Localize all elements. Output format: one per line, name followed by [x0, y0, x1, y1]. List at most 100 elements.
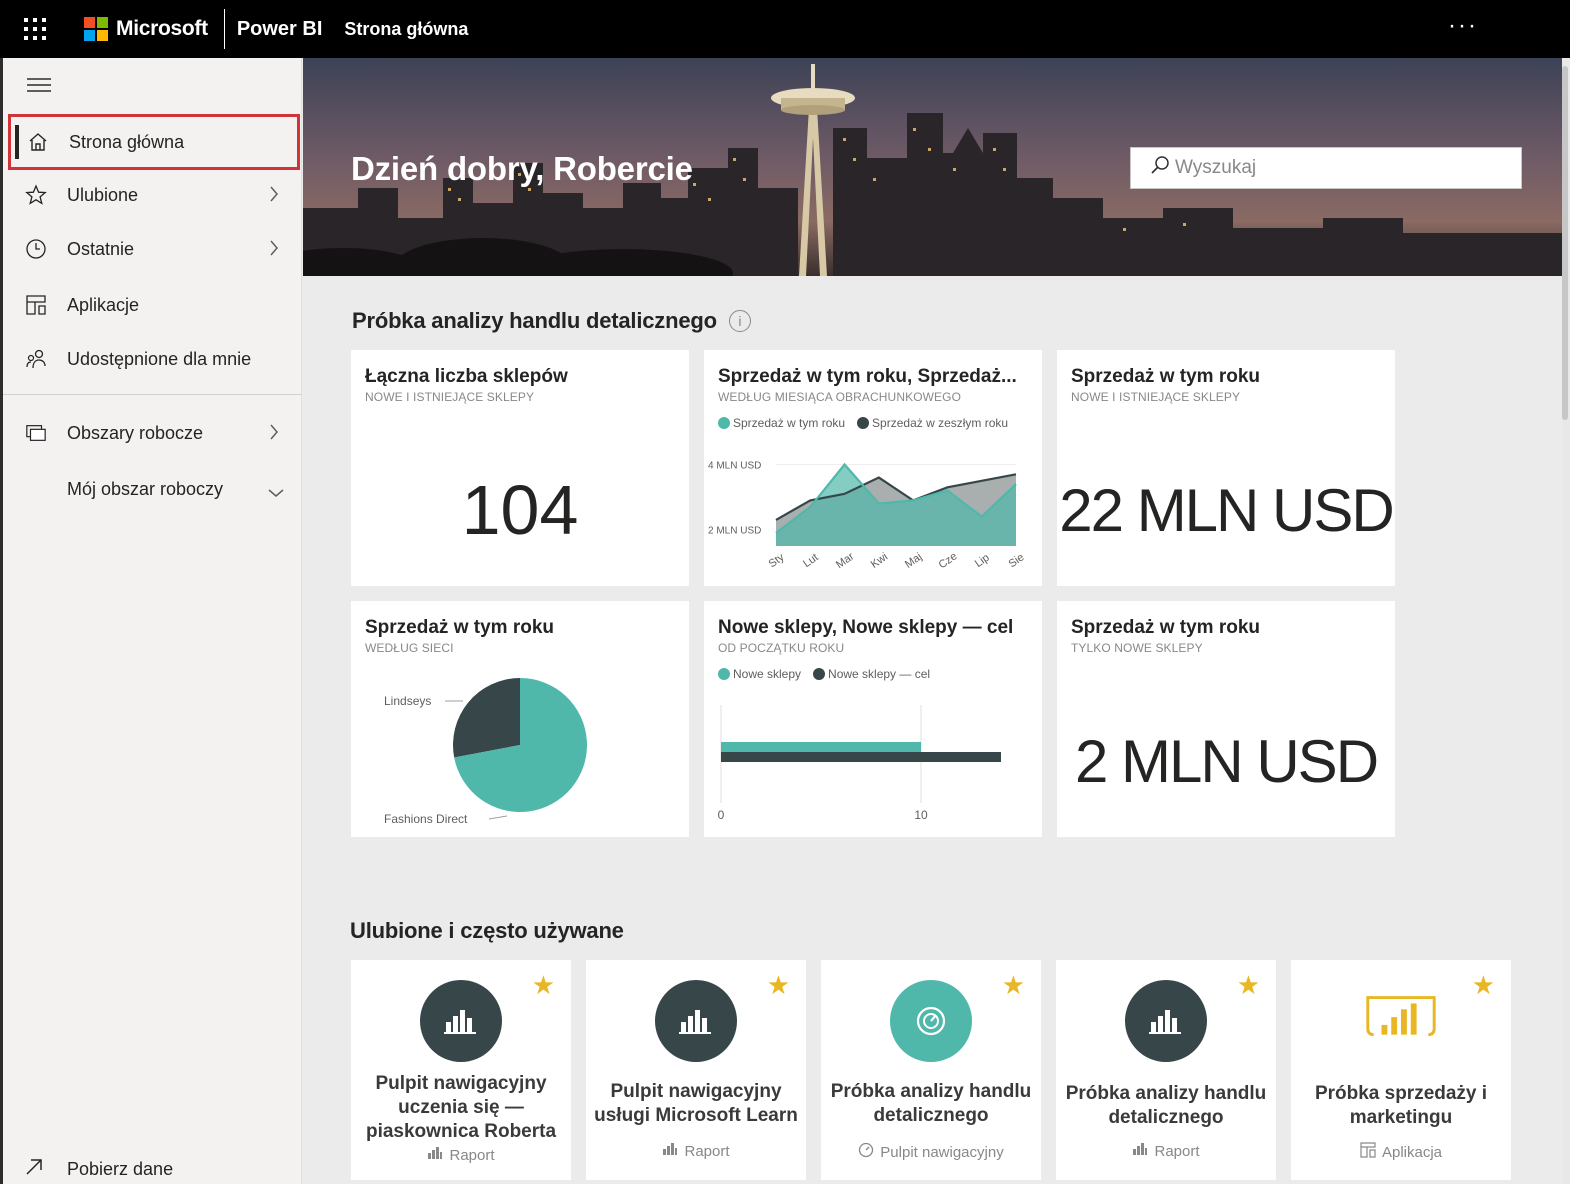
tile-total-stores[interactable]: Łączna liczba sklepów NOWE I ISTNIEJĄCE … [351, 350, 689, 586]
sidebar-item-label: Udostępnione dla mnie [67, 348, 252, 369]
favorite-type-label: Raport [684, 1142, 730, 1160]
tile-value: 2 MLN USD [1074, 728, 1379, 795]
sidebar-item-recent[interactable]: Ostatnie [3, 222, 301, 276]
favorite-type-label: Raport [1154, 1142, 1200, 1160]
app-type-icon [1360, 1142, 1376, 1162]
legend-item: Sprzedaż w tym roku [718, 416, 845, 430]
tile-subtitle: WEDŁUG MIESIĄCA OBRACHUNKOWEGO [718, 390, 962, 404]
favorite-type: Aplikacja [1291, 1142, 1511, 1162]
microsoft-logo[interactable]: Microsoft [84, 17, 208, 41]
sidebar-item-workspaces[interactable]: Obszary robocze [3, 406, 301, 460]
legend-label: Nowe sklepy — cel [828, 667, 931, 681]
dashboard-icon [890, 980, 972, 1062]
tile-subtitle: TYLKO NOWE SKLEPY [1071, 641, 1203, 655]
favorite-star-icon[interactable]: ★ [1002, 970, 1025, 1001]
tile-sales-by-month[interactable]: Sprzedaż w tym roku, Sprzedaż... WEDŁUG … [704, 350, 1042, 586]
arrow-up-right-icon [23, 1156, 45, 1183]
x-tick-label: Sie [1007, 551, 1027, 570]
tile-subtitle: NOWE I ISTNIEJĄCE SKLEPY [1071, 390, 1241, 404]
sidebar-item-shared[interactable]: Udostępnione dla mnie [3, 332, 301, 386]
sidebar-item-apps[interactable]: Aplikacje [3, 278, 301, 332]
section-title-text: Próbka analizy handlu detalicznego [352, 308, 717, 333]
pie-label: Fashions Direct [384, 812, 468, 826]
legend-swatch [718, 668, 730, 680]
shared-icon [25, 348, 47, 370]
app-launcher-icon[interactable] [0, 0, 70, 58]
divider [223, 9, 225, 49]
bar-new-stores-target [721, 752, 1001, 762]
search-box[interactable] [1130, 147, 1522, 189]
sidebar-item-my-workspace[interactable]: Mój obszar roboczy [3, 462, 301, 516]
bar-new-stores [721, 742, 921, 752]
product-name[interactable]: Power BI [237, 18, 323, 41]
search-input[interactable] [1175, 157, 1515, 179]
workspaces-icon [25, 422, 47, 444]
legend-item: Nowe sklepy — cel [813, 667, 930, 681]
more-options-icon[interactable]: ··· [1448, 12, 1478, 40]
tile-sales-by-chain[interactable]: Sprzedaż w tym roku WEDŁUG SIECI Lindsey… [351, 601, 689, 837]
tile-sales-new-stores[interactable]: Sprzedaż w tym roku TYLKO NOWE SKLEPY 2 … [1057, 601, 1395, 837]
favorite-card[interactable]: ★ Pulpit nawigacyjny uczenia się — piask… [351, 960, 571, 1180]
tile-title: Nowe sklepy, Nowe sklepy — cel [718, 617, 1014, 638]
favorite-card[interactable]: ★ Próbka analizy handlu detalicznego Rap… [1056, 960, 1276, 1180]
clock-icon [25, 238, 47, 260]
x-tick-label: Maj [903, 551, 924, 571]
sidebar-item-home[interactable]: Strona główna [8, 114, 300, 170]
hero-banner: Dzień dobry, Robercie [303, 58, 1562, 276]
brand-name: Microsoft [116, 17, 208, 40]
favorite-star-icon[interactable]: ★ [767, 970, 790, 1001]
x-tick-label: Mar [834, 550, 857, 571]
x-tick-label: Sty [767, 551, 787, 570]
chevron-right-icon [269, 423, 279, 446]
sidebar-item-label: Obszary robocze [67, 422, 204, 443]
sidebar-item-label: Aplikacje [67, 294, 140, 315]
legend-label: Nowe sklepy [733, 667, 802, 681]
microsoft-logo-icon [84, 17, 108, 41]
favorite-card[interactable]: ★ Próbka sprzedaży i marketingu Aplikacj… [1291, 960, 1511, 1180]
tile-title: Sprzedaż w tym roku [365, 617, 554, 638]
favorite-name: Pulpit nawigacyjny usługi Microsoft Lear… [594, 1081, 798, 1126]
apps-icon [25, 294, 47, 316]
favorite-card[interactable]: ★ Próbka analizy handlu detalicznego Pul… [821, 960, 1041, 1180]
legend-label: Sprzedaż w zeszłym roku [872, 416, 1009, 430]
legend-item: Nowe sklepy [718, 667, 801, 681]
favorite-name: Próbka sprzedaży i marketingu [1314, 1083, 1488, 1128]
chart-legend: Nowe sklepy Nowe sklepy — cel [718, 667, 936, 681]
x-tick-label: 10 [914, 808, 928, 822]
chevron-down-icon [267, 482, 285, 503]
favorite-name: Próbka analizy handlu detalicznego [830, 1081, 1032, 1126]
app-icon [1360, 980, 1442, 1062]
favorite-star-icon[interactable]: ★ [532, 970, 555, 1001]
tile-title: Łączna liczba sklepów [365, 366, 568, 387]
sidebar-item-label: Ulubione [67, 184, 139, 205]
hamburger-menu-icon[interactable] [27, 78, 51, 96]
favorite-star-icon[interactable]: ★ [1472, 970, 1495, 1001]
tile-new-stores[interactable]: Nowe sklepy, Nowe sklepy — cel OD POCZĄT… [704, 601, 1042, 837]
legend-swatch [857, 417, 870, 429]
sidebar-item-favorites[interactable]: Ulubione [3, 168, 301, 222]
star-icon [25, 184, 47, 206]
report-icon [655, 980, 737, 1062]
sidebar-item-label: Mój obszar roboczy [67, 478, 224, 499]
get-data-label: Pobierz dane [67, 1159, 174, 1179]
favorite-type: Raport [351, 1146, 571, 1164]
y-tick-label: 4 MLN USD [708, 461, 761, 472]
report-type-icon [662, 1142, 678, 1160]
favorite-type: Pulpit nawigacyjny [821, 1142, 1041, 1162]
breadcrumb: Strona główna [344, 18, 469, 39]
tile-sales-this-year[interactable]: Sprzedaż w tym roku NOWE I ISTNIEJĄCE SK… [1057, 350, 1395, 586]
x-tick-label: Lut [801, 552, 820, 571]
pie-leader-line [488, 815, 508, 820]
main-scrollbar[interactable] [1562, 58, 1570, 1184]
chart-legend: Sprzedaż w tym roku Sprzedaż w zeszłym r… [718, 416, 1014, 430]
favorite-card[interactable]: ★ Pulpit nawigacyjny usługi Microsoft Le… [586, 960, 806, 1180]
get-data-button[interactable]: Pobierz dane [23, 1156, 173, 1183]
tile-value: 104 [461, 471, 579, 549]
legend-label: Sprzedaż w tym roku [733, 416, 846, 430]
home-icon [27, 131, 49, 153]
info-icon[interactable]: i [728, 310, 751, 332]
favorite-star-icon[interactable]: ★ [1237, 970, 1260, 1001]
dashboard-type-icon [858, 1142, 874, 1162]
favorite-name: Pulpit nawigacyjny uczenia się — piaskow… [365, 1073, 557, 1142]
scrollbar-thumb[interactable] [1562, 66, 1568, 420]
